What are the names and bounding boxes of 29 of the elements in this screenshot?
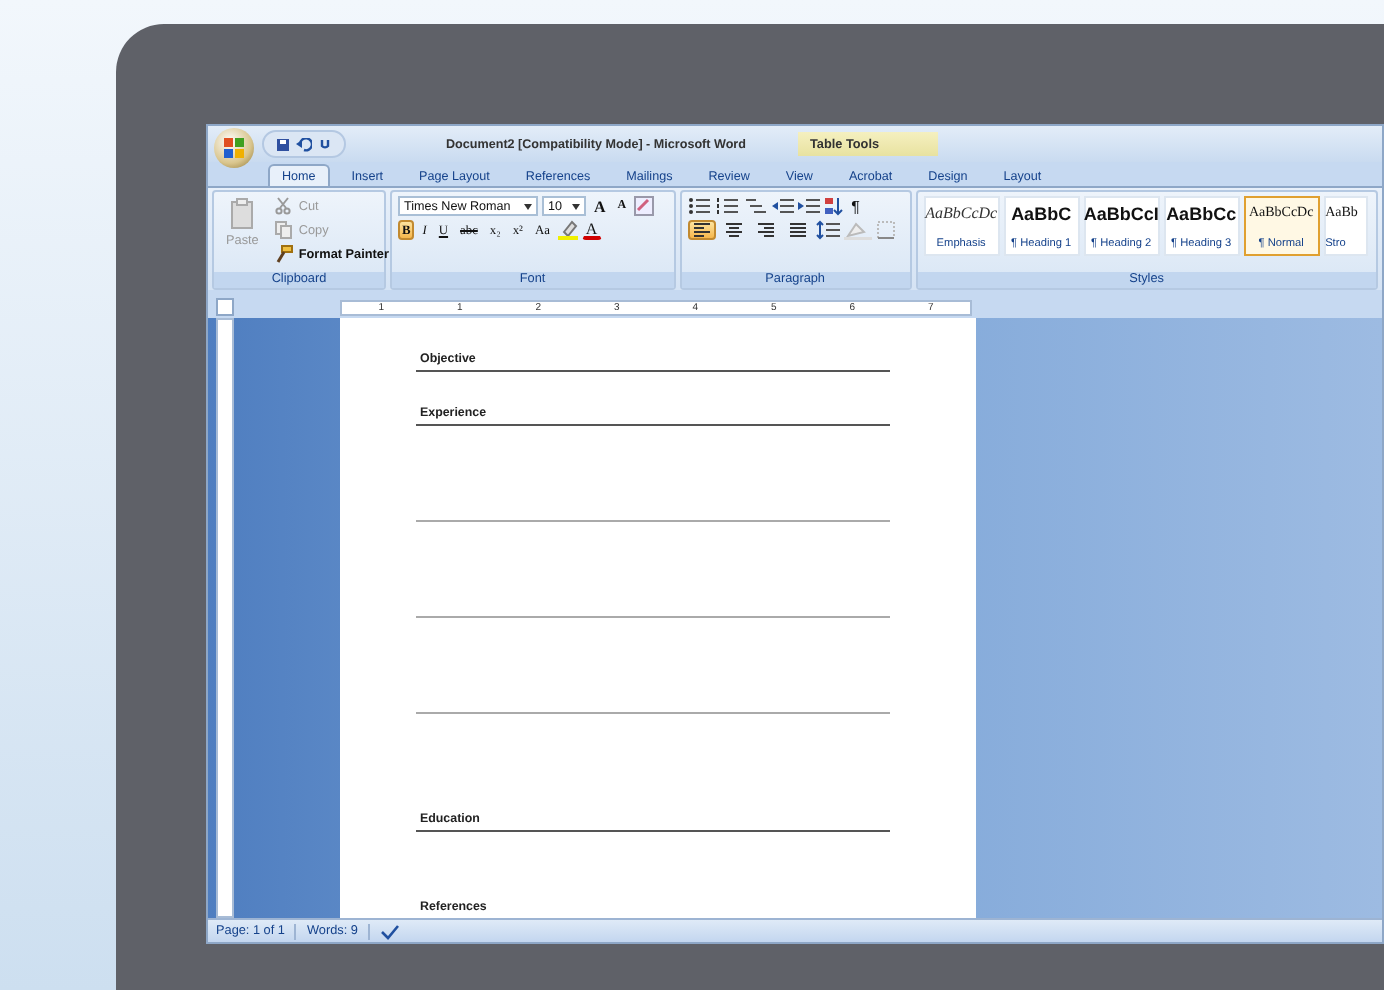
align-left-button[interactable] bbox=[687, 220, 716, 240]
office-logo-icon bbox=[224, 138, 244, 158]
numbering-icon[interactable] bbox=[715, 196, 740, 216]
dropdown-caret-icon bbox=[524, 203, 532, 209]
multilevel-list-icon[interactable] bbox=[743, 196, 768, 216]
align-lines-icon bbox=[755, 220, 776, 240]
clear-formatting-icon[interactable] bbox=[634, 196, 655, 216]
sort-icon[interactable] bbox=[823, 196, 844, 216]
paintbrush-icon bbox=[274, 244, 295, 264]
save-icon[interactable] bbox=[276, 137, 290, 151]
copy-icon bbox=[274, 220, 295, 240]
dropdown-caret-icon bbox=[572, 203, 580, 209]
align-lines-icon bbox=[787, 220, 808, 240]
align-lines-icon bbox=[723, 220, 744, 240]
decrease-indent-icon[interactable] bbox=[771, 196, 794, 216]
show-formatting-button[interactable]: ¶ bbox=[847, 196, 864, 216]
grow-font-button[interactable]: A bbox=[590, 196, 610, 216]
scissors-icon bbox=[274, 196, 295, 216]
font-color-button[interactable]: A bbox=[581, 220, 602, 240]
highlighter-icon[interactable] bbox=[557, 220, 578, 240]
clipboard-icon bbox=[230, 198, 255, 230]
increase-indent-icon[interactable] bbox=[797, 196, 820, 216]
proofing-icon[interactable] bbox=[379, 923, 400, 939]
office-button[interactable] bbox=[214, 128, 254, 168]
bullets-icon[interactable] bbox=[687, 196, 712, 216]
redo-icon[interactable] bbox=[318, 137, 332, 151]
align-lines-icon bbox=[691, 220, 712, 240]
line-spacing-icon[interactable] bbox=[815, 220, 840, 240]
undo-icon[interactable] bbox=[296, 137, 312, 151]
